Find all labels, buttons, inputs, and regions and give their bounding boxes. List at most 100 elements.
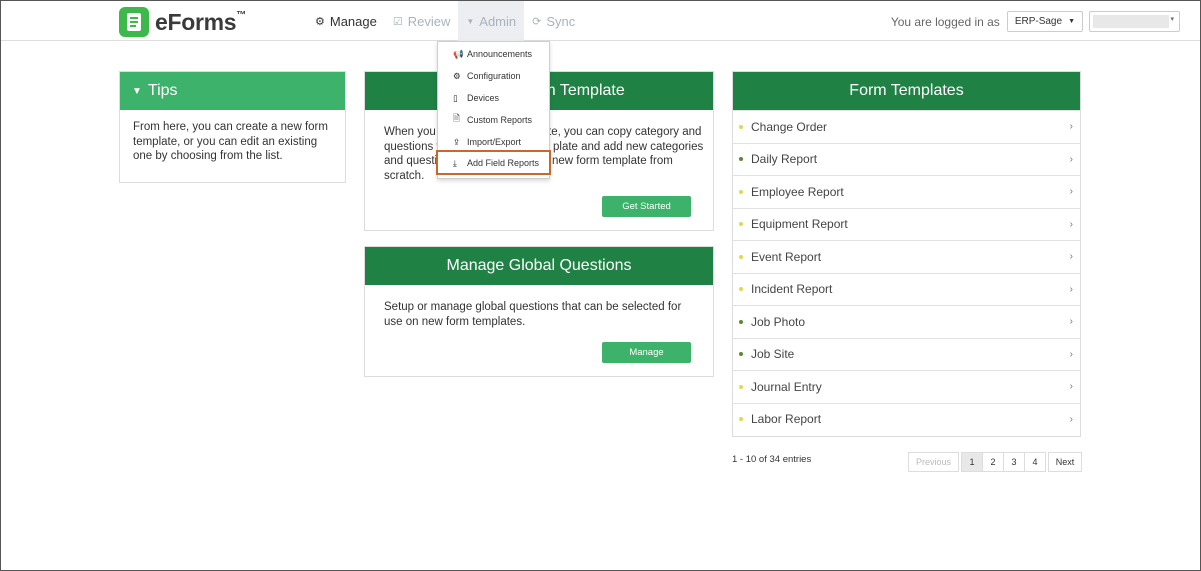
nav-admin[interactable]: ▼ Admin: [458, 1, 525, 41]
pagination-page-3[interactable]: 3: [1003, 452, 1025, 472]
get-started-button[interactable]: Get Started: [602, 196, 691, 217]
menu-item-import-export[interactable]: ⇪ Import/Export: [438, 132, 549, 152]
file-icon: 🗎: [453, 113, 460, 123]
form-templates-title: Form Templates: [849, 82, 964, 99]
sync-icon: ⟳: [532, 15, 542, 28]
menu-item-label: Devices: [467, 93, 500, 103]
status-dot-icon: [739, 319, 743, 324]
global-questions-header: Manage Global Questions: [365, 247, 713, 285]
chevron-right-icon: ›: [1069, 316, 1073, 328]
new-template-title: rm Template: [537, 82, 625, 99]
template-row[interactable]: Incident Report ›: [733, 272, 1080, 306]
new-template-line1b: te, you can copy category and: [548, 126, 702, 138]
status-dot-icon: [739, 189, 743, 194]
login-area: You are logged in as ERP-Sage ▼ ▾: [891, 11, 1180, 32]
template-row[interactable]: Job Site ›: [733, 337, 1080, 371]
template-row-label: Employee Report: [751, 184, 844, 199]
user-select[interactable]: ▾: [1089, 11, 1180, 32]
gear-icon: ⚙: [315, 15, 325, 28]
chevron-right-icon: ›: [1069, 283, 1073, 295]
pagination-page-2[interactable]: 2: [982, 452, 1004, 472]
chevron-right-icon: ›: [1069, 251, 1073, 263]
form-templates-panel: Form Templates Change Order › Daily Report…: [732, 71, 1081, 437]
redacted-username: [1093, 15, 1169, 28]
status-dot-icon: [739, 417, 743, 422]
menu-item-label: Configuration: [467, 71, 521, 81]
menu-item-devices[interactable]: ▯ Devices: [438, 88, 549, 108]
pagination-page-1[interactable]: 1: [961, 452, 983, 472]
app-logo[interactable]: eForms™: [119, 7, 246, 37]
nav-admin-label: Admin: [479, 13, 517, 29]
template-row[interactable]: Labor Report ›: [733, 402, 1080, 436]
tips-panel: ▼ Tips From here, you can create a new f…: [119, 71, 346, 183]
gear-icon: ⚙: [453, 70, 461, 81]
template-row-label: Labor Report: [751, 412, 822, 427]
new-template-line1a: When you c: [384, 126, 445, 138]
menu-item-label: Import/Export: [467, 137, 522, 147]
menu-item-configuration[interactable]: ⚙ Configuration: [438, 66, 549, 86]
eforms-logo-icon: [119, 7, 149, 37]
upload-icon: ⇪: [453, 136, 461, 147]
manage-button[interactable]: Manage: [602, 342, 691, 363]
nav-sync[interactable]: ⟳ Sync: [524, 1, 583, 41]
status-dot-icon: [739, 352, 743, 357]
nav-review-label: Review: [407, 13, 451, 29]
nav-review[interactable]: ☑ Review: [385, 1, 459, 41]
chevron-right-icon: ›: [1069, 121, 1073, 133]
template-row[interactable]: Employee Report ›: [733, 175, 1080, 208]
status-dot-icon: [739, 254, 743, 259]
caret-down-icon: ▼: [132, 85, 142, 97]
template-row-label: Incident Report: [751, 282, 833, 297]
menu-item-label: Custom Reports: [467, 115, 533, 125]
template-row[interactable]: Equipment Report ›: [733, 207, 1080, 241]
new-template-line3b: new form template from: [552, 155, 673, 167]
status-dot-icon: [739, 157, 743, 162]
megaphone-icon: 📢: [453, 48, 464, 59]
global-questions-panel: Manage Global Questions Setup or manage …: [364, 246, 714, 377]
status-dot-icon: [739, 222, 743, 227]
tips-header[interactable]: ▼ Tips: [120, 72, 345, 110]
new-template-line3a: and questio: [384, 155, 444, 167]
chevron-right-icon: ›: [1069, 153, 1073, 165]
menu-item-announcements[interactable]: 📢 Announcements: [438, 44, 549, 64]
check-square-icon: ☑: [392, 15, 403, 28]
template-row[interactable]: Change Order ›: [733, 110, 1080, 143]
tips-title: Tips: [147, 82, 178, 99]
new-template-line2a: questions f: [384, 140, 440, 153]
template-row[interactable]: Event Report ›: [733, 240, 1080, 273]
company-select-value: ERP-Sage: [1014, 16, 1063, 27]
caret-down-icon: ▼: [1068, 18, 1075, 25]
main-nav: ⚙ Manage ☑ Review ▼ Admin ⟳ Sync: [307, 1, 583, 41]
logo-text: eForms™: [155, 8, 246, 35]
menu-item-label: Announcements: [467, 49, 533, 59]
login-label: You are logged in as: [890, 14, 1000, 29]
template-row[interactable]: Journal Entry ›: [733, 370, 1080, 403]
form-templates-header: Form Templates: [733, 72, 1080, 110]
company-select[interactable]: ERP-Sage ▼: [1006, 11, 1083, 32]
chevron-right-icon: ›: [1069, 381, 1073, 393]
global-questions-title: Manage Global Questions: [446, 257, 632, 274]
entries-count: 1 - 10 of 34 entries: [732, 454, 812, 465]
menu-item-custom-reports[interactable]: 🗎 Custom Reports: [438, 110, 549, 130]
pagination-previous[interactable]: Previous: [908, 452, 959, 472]
template-row-label: Job Site: [751, 347, 795, 362]
template-row[interactable]: Daily Report ›: [733, 142, 1080, 176]
template-row-label: Job Photo: [751, 314, 806, 329]
chevron-right-icon: ›: [1069, 348, 1073, 360]
new-template-line2b: plate and add new categories: [553, 140, 704, 153]
nav-manage[interactable]: ⚙ Manage: [307, 1, 385, 41]
template-row-label: Daily Report: [751, 152, 818, 167]
template-row-label: Event Report: [751, 249, 822, 264]
caret-down-icon: ▼: [466, 16, 475, 26]
status-dot-icon: [739, 124, 743, 129]
pagination-next[interactable]: Next: [1048, 452, 1082, 472]
top-navbar: eForms™ ⚙ Manage ☑ Review ▼ Admin ⟳ Sync…: [1, 1, 1200, 41]
pagination-page-4[interactable]: 4: [1024, 452, 1046, 472]
template-row-label: Equipment Report: [751, 217, 848, 232]
chevron-right-icon: ›: [1069, 413, 1073, 425]
status-dot-icon: [739, 287, 743, 292]
template-row-label: Change Order: [751, 119, 828, 134]
template-row[interactable]: Job Photo ›: [733, 305, 1080, 338]
status-dot-icon: [739, 384, 743, 389]
tips-body: From here, you can create a new form tem…: [133, 121, 328, 162]
